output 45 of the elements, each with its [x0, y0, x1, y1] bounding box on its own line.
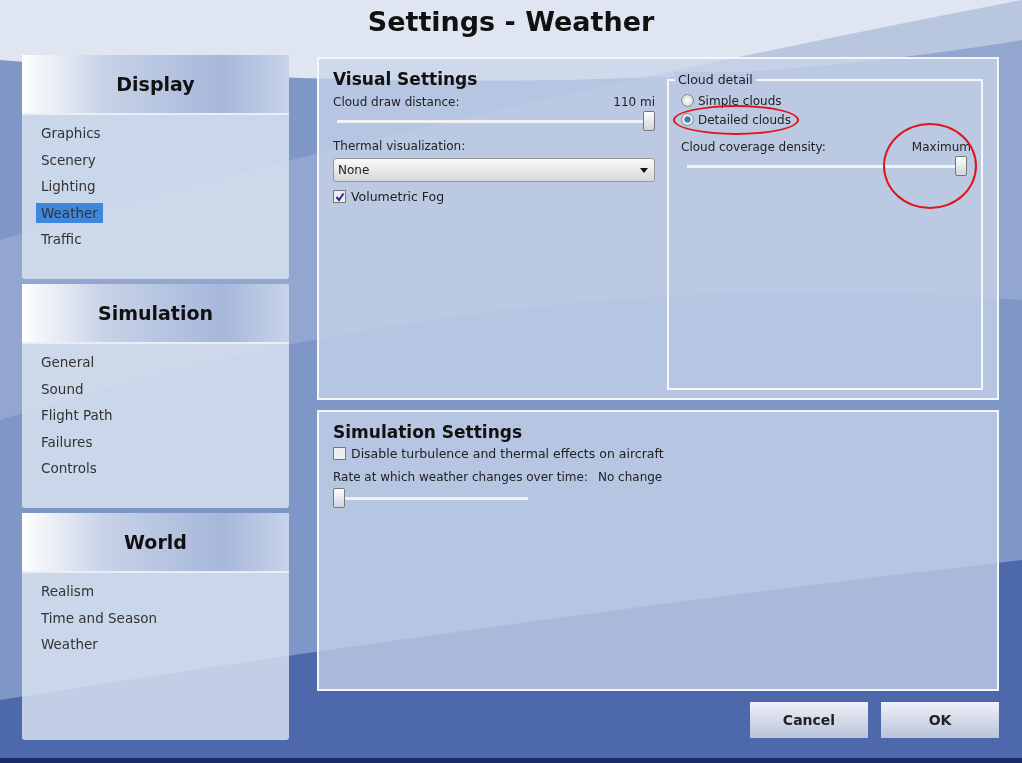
sidebar-item[interactable]: Traffic [36, 229, 87, 250]
slider-label: Cloud draw distance: [333, 95, 460, 109]
slider-label: Rate at which weather changes over time: [333, 470, 588, 484]
sidebar-item[interactable]: Realism [36, 581, 100, 602]
weather-rate-slider[interactable] [333, 488, 528, 510]
sidebar-item[interactable]: Controls [36, 458, 102, 479]
distance-slider[interactable] [337, 111, 655, 133]
dialog-button[interactable]: OK [881, 702, 999, 738]
sidebar-item[interactable]: Flight Path [36, 405, 118, 426]
checkbox-label: Disable turbulence and thermal effects on aircraft [351, 446, 664, 461]
group-title: Cloud detail [675, 72, 756, 87]
slider-reading: Maximum [911, 140, 971, 154]
radio-label: Simple clouds [698, 93, 782, 108]
dialog-button[interactable]: Cancel [750, 702, 868, 738]
radio-label: Detailed clouds [698, 112, 791, 127]
coverage-slider[interactable] [687, 156, 967, 178]
sidebar-item[interactable]: Scenery [36, 149, 101, 170]
sidebar-item[interactable]: Failures [36, 431, 98, 452]
window-title: Settings - Weather [366, 5, 656, 39]
checkbox[interactable] [333, 190, 346, 203]
dropdown-label: Thermal visualization: [333, 139, 467, 153]
panel-title: Visual Settings [333, 69, 479, 89]
sidebar-item[interactable]: Weather [36, 634, 103, 655]
slider-label: Cloud coverage density: [681, 140, 826, 154]
sidebar-item[interactable]: Sound [36, 378, 89, 399]
checkbox-label: Volumetric Fog [351, 189, 445, 204]
sidebar-item[interactable]: Weather [36, 202, 103, 223]
caret-icon [640, 167, 648, 173]
sidebar-item[interactable]: General [36, 352, 100, 373]
slider-thumb[interactable] [955, 156, 967, 176]
radio-button[interactable] [681, 113, 694, 126]
panel-title: Simulation Settings [333, 422, 524, 442]
section-header[interactable]: Display [22, 55, 289, 115]
slider-thumb[interactable] [333, 488, 345, 508]
radio-button[interactable] [681, 94, 694, 107]
sidebar-item[interactable]: Lighting [36, 176, 101, 197]
thermal-dropdown[interactable]: None [333, 158, 655, 182]
slider-reading: No change [597, 470, 663, 484]
slider-reading: 110 mi [613, 95, 655, 109]
section-header[interactable]: World [22, 513, 289, 573]
slider-thumb[interactable] [643, 111, 655, 131]
checkbox[interactable] [333, 447, 346, 460]
sidebar-item[interactable]: Time and Season [36, 607, 162, 628]
sidebar-item[interactable]: Graphics [36, 123, 106, 144]
section-header[interactable]: Simulation [22, 284, 289, 344]
